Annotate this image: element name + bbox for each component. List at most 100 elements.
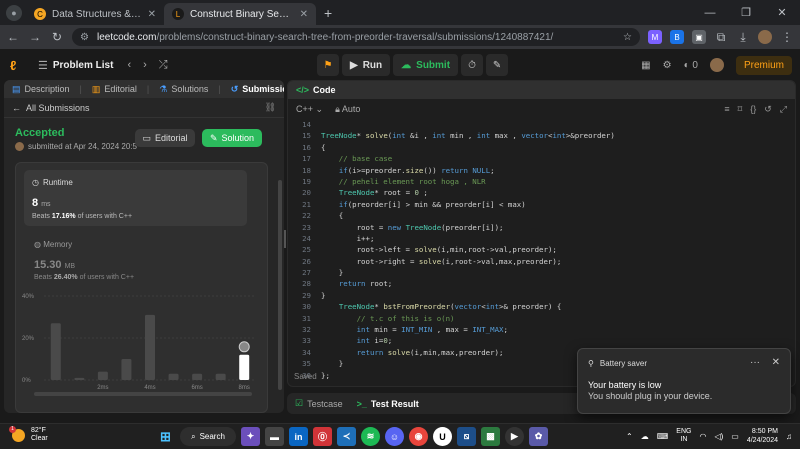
shuffle-icon[interactable]: ⤮ (159, 59, 168, 72)
code-line[interactable]: 33 int i=0; (288, 335, 795, 346)
problem-list-link[interactable]: Problem List (53, 60, 114, 71)
debug-icon[interactable]: ⚑ (317, 54, 339, 76)
tab-test-result[interactable]: >_ Test Result (357, 399, 419, 409)
language-select[interactable]: C++ ⌄ (296, 104, 323, 115)
chevron-up-icon[interactable]: ⌃ (626, 432, 633, 441)
notification-bell-icon[interactable]: ♫ (786, 432, 792, 441)
code-editor[interactable]: 14 15 TreeNode* solve(int &i , int min , i… (288, 119, 795, 381)
cloud-icon[interactable]: ☁ (641, 432, 649, 441)
weather-widget[interactable]: 1 82°F Clear (9, 425, 48, 443)
discord-icon[interactable]: ☺ (385, 427, 404, 446)
windows-start-icon[interactable]: ⊞ (156, 427, 175, 446)
language-indicator[interactable]: ENG IN (676, 428, 691, 444)
chart-bar[interactable] (121, 359, 132, 380)
vscode-icon[interactable]: ≺ (337, 427, 356, 446)
tab-description[interactable]: ▤ Description (12, 84, 70, 95)
copilot-icon[interactable]: ✦ (241, 427, 260, 446)
tab-testcase[interactable]: ☑ Testcase (295, 398, 343, 409)
chart-bar[interactable] (168, 373, 179, 380)
minimize-icon[interactable]: — (692, 7, 728, 19)
code-line[interactable]: 22 { (288, 210, 795, 221)
code-line[interactable]: 20 TreeNode* root = 0 ; (288, 187, 795, 198)
tab-editorial[interactable]: ▥ Editorial (92, 84, 137, 95)
clock[interactable]: 8:50 PM 4/24/2024 (747, 427, 778, 445)
chart-range-slider[interactable] (34, 392, 252, 396)
new-tab-button[interactable]: + (316, 5, 340, 25)
close-window-icon[interactable]: ✕ (764, 6, 800, 19)
next-problem-icon[interactable]: › (143, 59, 147, 71)
code-line[interactable]: 14 (288, 119, 795, 130)
code-line[interactable]: 15 TreeNode* solve(int &i , int min , int… (288, 130, 795, 141)
tab-solutions[interactable]: ⚗ Solutions (159, 84, 208, 95)
code-line[interactable]: 17 // base case (288, 153, 795, 164)
extensions-icon[interactable]: ⧉ (714, 30, 728, 45)
notifications[interactable]: ◐ 0 (684, 60, 698, 71)
reset-icon[interactable]: ↺ (764, 104, 772, 115)
premium-button[interactable]: Premium (735, 55, 792, 75)
keyboard-icon[interactable]: ⌨ (657, 432, 669, 441)
braces-icon[interactable]: {} (750, 104, 756, 115)
code-line[interactable]: 16 { (288, 142, 795, 153)
battery-saver-notification[interactable]: ⚲ Battery saver ··· ✕ Your battery is low… (577, 348, 791, 414)
code-line[interactable]: 23 root = new TreeNode(preorder[i]); (288, 222, 795, 233)
code-line[interactable]: 18 if(i>=preorder.size()) return NULL; (288, 165, 795, 176)
profile-icon[interactable]: ● (6, 5, 22, 21)
linkedin-icon[interactable]: in (289, 427, 308, 446)
app-icon[interactable]: ✿ (529, 427, 548, 446)
bookmark-star-icon[interactable]: ☆ (623, 32, 632, 43)
code-line[interactable]: 19 // peheli element root hoga , NLR (288, 176, 795, 187)
avatar[interactable] (758, 30, 772, 44)
close-icon[interactable]: ✕ (772, 357, 780, 368)
notes-icon[interactable]: ✎ (486, 54, 509, 76)
download-icon[interactable]: ⤓ (736, 30, 750, 45)
extension-icon[interactable]: B (670, 30, 684, 44)
panel-splitter[interactable] (284, 230, 286, 248)
back-arrow-icon[interactable]: ← (12, 103, 21, 113)
format-icon[interactable]: ≡ (724, 104, 729, 115)
solution-button[interactable]: ✎ Solution (202, 129, 262, 147)
code-line[interactable]: 29} (288, 290, 795, 301)
chart-bar[interactable] (74, 377, 85, 380)
app-icon[interactable]: ▩ (481, 427, 500, 446)
code-line[interactable]: 28 return root; (288, 278, 795, 289)
avatar[interactable] (709, 58, 724, 72)
code-line[interactable]: 30 TreeNode* bstFromPreorder(vector<int>… (288, 301, 795, 312)
memory-header[interactable]: ◍ Memory (34, 240, 72, 249)
site-info-icon[interactable]: ⚙ (80, 32, 89, 43)
address-bar[interactable]: ⚙ leetcode.com/problems/construct-binary… (72, 28, 640, 46)
submit-button[interactable]: ☁ Submit (393, 54, 459, 76)
prev-problem-icon[interactable]: ‹ (127, 59, 131, 71)
code-line[interactable]: 25 root->left = solve(i,min,root->val,pr… (288, 244, 795, 255)
runtime-box[interactable]: ◷ Runtime 8 ms Beats 17.16% of users with… (24, 170, 247, 226)
close-tab-icon[interactable]: ✕ (300, 9, 308, 20)
restore-icon[interactable]: ❐ (728, 6, 764, 19)
browser-tab-2[interactable]: L Construct Binary Search Tree f ✕ (164, 3, 316, 25)
taskbar-search[interactable]: ⌕ Search (180, 427, 236, 446)
settings-icon[interactable]: ⚙ (663, 60, 672, 71)
wifi-icon[interactable]: ◠ (699, 432, 706, 441)
layout-icon[interactable]: ▦ (641, 60, 650, 71)
fullscreen-icon[interactable]: ⤢ (780, 104, 787, 115)
forward-icon[interactable]: → (28, 30, 42, 44)
timer-icon[interactable]: ⏱ (461, 54, 484, 76)
bookmark-icon[interactable]: ⌑ (738, 104, 743, 115)
link-icon[interactable]: ⛓ (265, 102, 276, 113)
chart-bar[interactable] (50, 323, 61, 380)
back-icon[interactable]: ← (6, 30, 20, 44)
code-line[interactable]: 26 root->right = solve(i,root->val,max,p… (288, 256, 795, 267)
code-line[interactable]: 24 i++; (288, 233, 795, 244)
chart-bar[interactable] (192, 373, 203, 380)
chart-bar[interactable] (215, 373, 226, 380)
extension-icon[interactable]: ▣ (692, 30, 706, 44)
chart-bar[interactable] (97, 371, 108, 380)
scrollbar[interactable] (278, 180, 282, 390)
app-icon[interactable]: U (433, 427, 452, 446)
chart-bar[interactable] (239, 354, 250, 380)
extension-icon[interactable]: M (648, 30, 662, 44)
file-explorer-icon[interactable]: ▬ (265, 427, 284, 446)
battery-icon[interactable]: ▭ (731, 432, 739, 441)
browser-tab-1[interactable]: C Data Structures & Algorithms I ✕ (26, 3, 164, 25)
auto-mode[interactable]: 🔒︎ Auto (335, 104, 360, 115)
runtime-distribution-chart[interactable]: 40% 20% 0% 2ms 4ms 6ms 8ms (16, 288, 269, 398)
volume-icon[interactable]: ◁) (714, 432, 723, 441)
